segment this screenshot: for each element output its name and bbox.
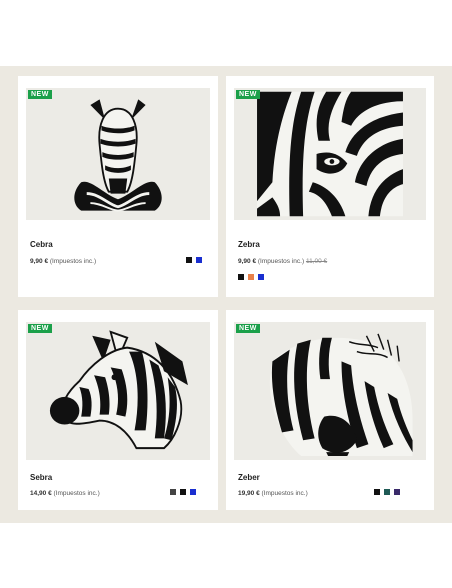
color-swatch-blue[interactable] [258, 274, 264, 280]
product-image[interactable] [26, 88, 210, 220]
product-grid: NEW Cebra 9,90 € (Impuestos inc.) NEW Ze… [0, 66, 452, 523]
color-swatch-gray[interactable] [170, 489, 176, 495]
color-swatches [186, 257, 202, 263]
tax-note: (Impuestos inc.) [53, 490, 100, 497]
price-amount: 19,90 € [238, 490, 260, 497]
zebra-side-head-illustration [26, 322, 210, 460]
zebra-front-head-illustration [26, 88, 210, 220]
product-card[interactable]: NEW Sebra 14,90 € (Impuestos inc.) [18, 310, 218, 510]
zebra-sketch-head-illustration [234, 322, 426, 460]
product-image[interactable] [234, 322, 426, 460]
product-price: 9,90 € (Impuestos inc.) [30, 258, 96, 265]
product-card[interactable]: NEW Cebra 9,90 € (Impuestos inc.) [18, 76, 218, 297]
color-swatch-orange[interactable] [248, 274, 254, 280]
color-swatch-purple[interactable] [394, 489, 400, 495]
color-swatch-black[interactable] [186, 257, 192, 263]
zebra-eye-closeup-illustration [234, 88, 426, 220]
color-swatch-blue[interactable] [196, 257, 202, 263]
color-swatch-blue[interactable] [190, 489, 196, 495]
color-swatches [374, 489, 400, 495]
product-image[interactable] [234, 88, 426, 220]
product-name[interactable]: Zeber [238, 473, 260, 482]
price-amount: 9,90 € [30, 258, 49, 265]
product-name[interactable]: Cebra [30, 240, 53, 249]
product-image[interactable] [26, 322, 210, 460]
tax-note: (Impuestos inc.) [257, 258, 305, 265]
product-card[interactable]: NEW Zeber 19,90 € (Impuestos inc.) [226, 310, 434, 510]
tax-note: (Impuestos inc.) [49, 258, 97, 265]
tax-note: (Impuestos inc.) [261, 490, 308, 497]
product-name[interactable]: Sebra [30, 473, 52, 482]
color-swatch-black[interactable] [180, 489, 186, 495]
product-name[interactable]: Zebra [238, 240, 260, 249]
color-swatches [170, 489, 196, 495]
color-swatch-teal[interactable] [384, 489, 390, 495]
color-swatch-black[interactable] [238, 274, 244, 280]
product-card[interactable]: NEW Zebra 9,90 € (Impuestos inc.) 11,00 … [226, 76, 434, 297]
price-amount: 9,90 € [238, 258, 257, 265]
old-price: 11,00 € [305, 258, 328, 265]
price-amount: 14,90 € [30, 490, 52, 497]
product-price: 14,90 € (Impuestos inc.) [30, 490, 100, 497]
product-price: 19,90 € (Impuestos inc.) [238, 490, 308, 497]
color-swatch-black[interactable] [374, 489, 380, 495]
color-swatches [238, 274, 264, 280]
new-badge: NEW [28, 90, 52, 99]
new-badge: NEW [28, 324, 52, 333]
new-badge: NEW [236, 90, 260, 99]
product-price: 9,90 € (Impuestos inc.) 11,00 € [238, 258, 327, 265]
new-badge: NEW [236, 324, 260, 333]
